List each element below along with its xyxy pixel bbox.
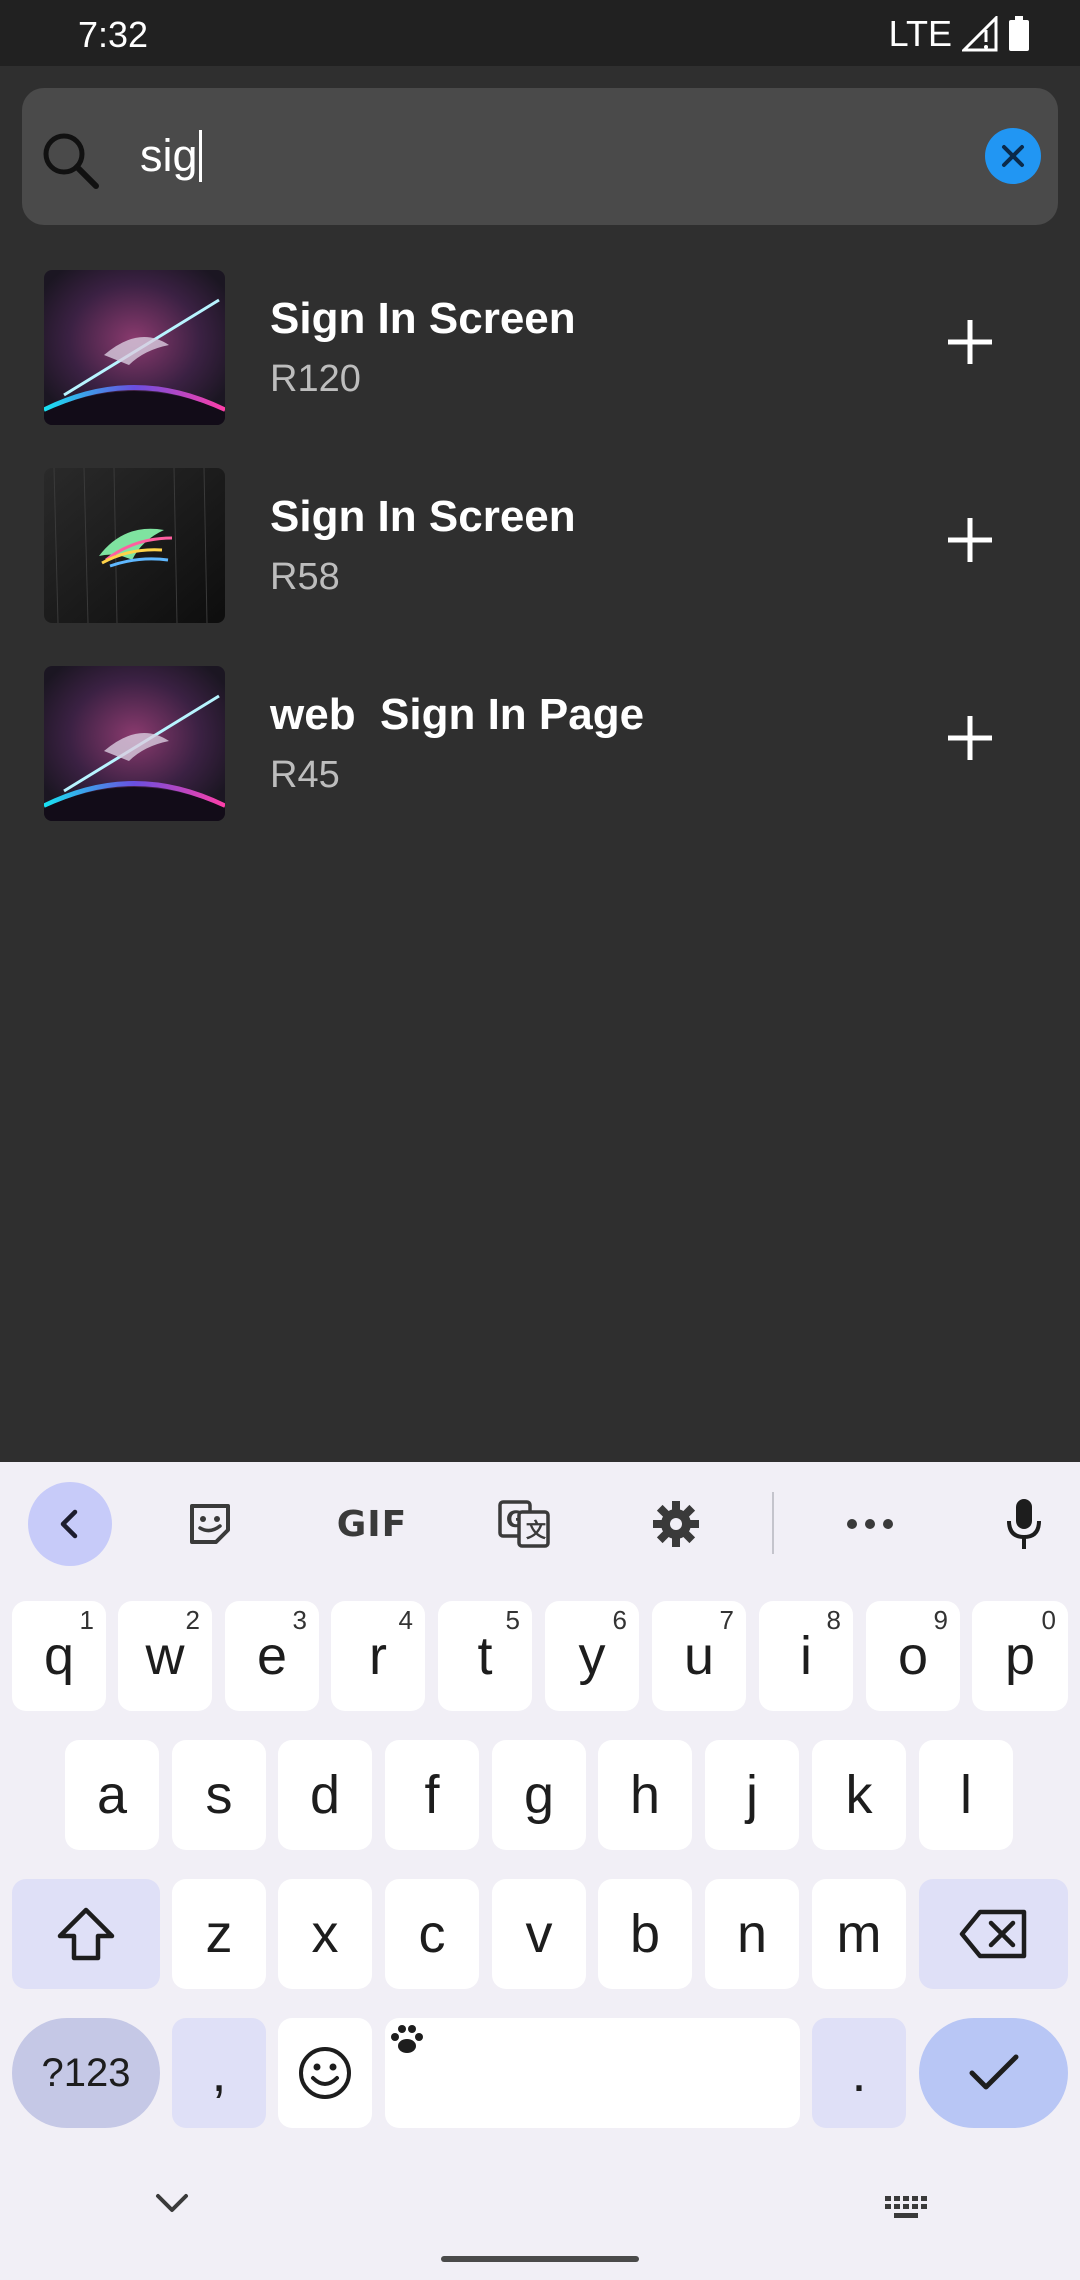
comma-key[interactable]: ,: [172, 2018, 266, 2128]
key-k[interactable]: k: [812, 1740, 906, 1850]
svg-text:文: 文: [526, 1518, 547, 1542]
microphone-icon: [1007, 1499, 1041, 1549]
add-icon[interactable]: [940, 312, 1000, 372]
key-x[interactable]: x: [278, 1879, 372, 1989]
search-input[interactable]: sig: [140, 126, 202, 186]
add-icon[interactable]: [940, 708, 1000, 768]
sticker-icon: [190, 1504, 230, 1544]
result-price: R58: [270, 556, 340, 598]
key-d[interactable]: d: [278, 1740, 372, 1850]
signal-icon: [962, 16, 998, 52]
emoji-icon: [299, 2047, 351, 2099]
status-bar: 7:32 LTE: [0, 0, 1080, 66]
more-button[interactable]: [828, 1482, 912, 1566]
key-t[interactable]: t5: [438, 1601, 532, 1711]
search-query: sig: [140, 130, 198, 181]
enter-key[interactable]: [919, 2018, 1068, 2128]
key-a[interactable]: a: [65, 1740, 159, 1850]
key-l[interactable]: l: [919, 1740, 1013, 1850]
key-p[interactable]: p0: [972, 1601, 1068, 1711]
symbols-key[interactable]: ?123: [12, 2018, 160, 2128]
chevron-left-icon: [60, 1509, 78, 1539]
key-i[interactable]: i8: [759, 1601, 853, 1711]
backspace-key[interactable]: [919, 1879, 1068, 1989]
gif-label: GIF: [336, 1503, 408, 1545]
result-item[interactable]: web Sign In Page R45: [0, 666, 1080, 821]
keyboard-toolbar: GIF G 文: [0, 1462, 1080, 1587]
toolbar-divider: [772, 1492, 774, 1554]
result-title: Sign In Screen: [270, 492, 576, 541]
key-o[interactable]: o9: [866, 1601, 960, 1711]
backspace-icon: [959, 1909, 1026, 1959]
result-title: Sign In Screen: [270, 294, 576, 343]
key-u[interactable]: u7: [652, 1601, 746, 1711]
home-indicator[interactable]: [441, 2256, 639, 2262]
key-j[interactable]: j: [705, 1740, 799, 1850]
text-cursor: [198, 130, 202, 182]
keyboard-switch-icon[interactable]: [883, 2194, 931, 2224]
key-q[interactable]: q1: [12, 1601, 106, 1711]
translate-button[interactable]: G 文: [482, 1482, 566, 1566]
key-n[interactable]: n: [705, 1879, 799, 1989]
shift-key[interactable]: [12, 1879, 160, 1989]
add-icon[interactable]: [940, 510, 1000, 570]
hide-keyboard-chevron-icon[interactable]: [150, 2188, 194, 2216]
result-thumbnail: [44, 468, 225, 623]
key-w[interactable]: w2: [118, 1601, 212, 1711]
toolbar-back-button[interactable]: [28, 1482, 112, 1566]
result-item[interactable]: Sign In Screen R120: [0, 270, 1080, 425]
key-b[interactable]: b: [598, 1879, 692, 1989]
result-price: R45: [270, 754, 340, 796]
result-thumbnail: [44, 270, 225, 425]
close-icon: [1002, 145, 1024, 167]
key-g[interactable]: g: [492, 1740, 586, 1850]
key-s[interactable]: s: [172, 1740, 266, 1850]
paw-icon: [391, 2025, 423, 2053]
key-r[interactable]: r4: [331, 1601, 425, 1711]
key-h[interactable]: h: [598, 1740, 692, 1850]
result-price: R120: [270, 358, 361, 400]
network-type: LTE: [888, 13, 952, 54]
voice-input-button[interactable]: [982, 1482, 1066, 1566]
key-v[interactable]: v: [492, 1879, 586, 1989]
keyboard: GIF G 文: [0, 1462, 1080, 2280]
checkmark-icon: [969, 2054, 1018, 2090]
clear-search-button[interactable]: [985, 128, 1041, 184]
status-icons: LTE: [889, 12, 1030, 56]
battery-icon: [1009, 16, 1029, 51]
gear-icon: [653, 1501, 699, 1547]
space-key[interactable]: [385, 2018, 800, 2128]
period-key[interactable]: .: [812, 2018, 906, 2128]
key-f[interactable]: f: [385, 1740, 479, 1850]
search-bar[interactable]: sig: [22, 88, 1058, 225]
settings-button[interactable]: [634, 1482, 718, 1566]
result-item[interactable]: Sign In Screen R58: [0, 468, 1080, 623]
key-y[interactable]: y6: [545, 1601, 639, 1711]
sticker-button[interactable]: [168, 1482, 252, 1566]
key-m[interactable]: m: [812, 1879, 906, 1989]
result-title: web Sign In Page: [270, 690, 645, 739]
shift-icon: [57, 1907, 115, 1961]
key-c[interactable]: c: [385, 1879, 479, 1989]
status-time: 7:32: [78, 14, 149, 55]
gif-button[interactable]: GIF: [322, 1482, 422, 1566]
translate-icon: G 文: [498, 1500, 550, 1548]
result-thumbnail: [44, 666, 225, 821]
key-e[interactable]: e3: [225, 1601, 319, 1711]
key-z[interactable]: z: [172, 1879, 266, 1989]
more-horizontal-icon: [847, 1519, 893, 1529]
search-icon: [43, 133, 99, 189]
emoji-key[interactable]: [278, 2018, 372, 2128]
